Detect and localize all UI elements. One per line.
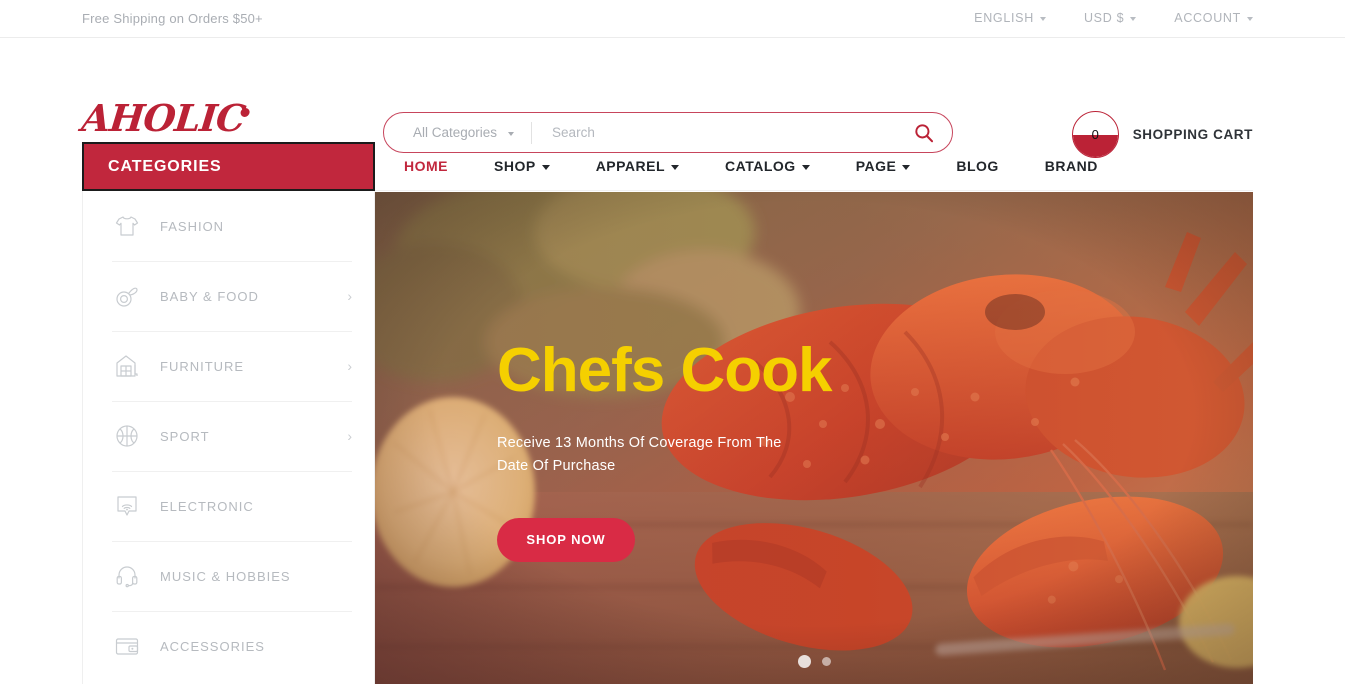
wallet-icon [112, 631, 142, 661]
sidebar-item-music-hobbies[interactable]: MUSIC & HOBBIES [83, 541, 374, 611]
chevron-down-icon [508, 131, 515, 136]
account-menu[interactable]: ACCOUNT [1174, 11, 1253, 25]
nav-item-page[interactable]: PAGE [833, 142, 934, 191]
search-category-label: All Categories [413, 125, 498, 140]
cart-label: SHOPPING CART [1132, 127, 1253, 142]
storefront-page: Free Shipping on Orders $50+ ENGLISH USD… [0, 0, 1345, 684]
logo-text: AHOLIC [79, 96, 247, 140]
currency-label: USD $ [1083, 11, 1125, 25]
chevron-down-icon [1039, 17, 1046, 21]
categories-sidebar: FASHION BABY & FOOD › FURNITURE › SPORT … [82, 191, 375, 684]
categories-header[interactable]: CATEGORIES [82, 142, 375, 191]
nav-item-home[interactable]: HOME [375, 142, 471, 191]
nav-label-shop: SHOP [494, 158, 536, 174]
sidebar-label-furniture: FURNITURE [160, 358, 245, 374]
sidebar-item-electronic[interactable]: ELECTRONIC [83, 471, 374, 541]
headset-icon [112, 561, 142, 591]
navigation-row: CATEGORIES HOME SHOP APPAREL CATALOG PAG… [0, 142, 1345, 192]
chevron-right-icon: › [347, 358, 352, 374]
sidebar-item-accessories[interactable]: ACCESSORIES [83, 611, 374, 681]
nav-label-home: HOME [404, 158, 448, 174]
sidebar-item-sport[interactable]: SPORT › [83, 401, 374, 471]
shop-now-button[interactable]: SHOP NOW [497, 517, 635, 562]
chevron-down-icon [801, 165, 810, 170]
nav-label-catalog: CATALOG [725, 158, 796, 174]
categories-title: CATEGORIES [108, 157, 222, 175]
sidebar-label-sport: SPORT [160, 428, 210, 444]
language-label: ENGLISH [974, 11, 1034, 25]
sidebar-item-baby-food[interactable]: BABY & FOOD › [83, 261, 374, 331]
nav-item-blog[interactable]: BLOG [933, 142, 1021, 191]
sidebar-label-electronic: ELECTRONIC [160, 498, 254, 514]
chevron-down-icon [671, 165, 680, 170]
sidebar-label-music-hobbies: MUSIC & HOBBIES [160, 568, 291, 584]
hero-content: Chefs Cook Receive 13 Months Of Coverage… [497, 336, 832, 562]
site-logo[interactable]: AHOLIC [80, 96, 251, 140]
nav-item-shop[interactable]: SHOP [471, 142, 573, 191]
nav-label-page: PAGE [855, 158, 897, 174]
chevron-down-icon [541, 165, 550, 170]
top-bar-links: ENGLISH USD $ ACCOUNT [974, 11, 1253, 25]
chevron-right-icon: › [347, 428, 352, 444]
hero-title: Chefs Cook [497, 336, 832, 405]
chevron-down-icon [902, 165, 911, 170]
chevron-right-icon: › [347, 288, 352, 304]
nav-item-apparel[interactable]: APPAREL [573, 142, 702, 191]
sidebar-item-fashion[interactable]: FASHION [83, 191, 374, 261]
top-bar: Free Shipping on Orders $50+ ENGLISH USD… [0, 0, 1345, 38]
slider-dot-2[interactable] [821, 657, 831, 666]
account-label: ACCOUNT [1174, 11, 1241, 25]
wifi-signal-icon [112, 491, 142, 521]
search-input[interactable] [532, 125, 896, 140]
nav-label-blog: BLOG [956, 158, 999, 174]
search-icon [915, 123, 934, 142]
pacifier-icon [112, 281, 142, 311]
main-navigation: HOME SHOP APPAREL CATALOG PAGE BLOG BRAN… [375, 142, 1253, 191]
hero-subtitle: Receive 13 Months Of Coverage From The D… [497, 435, 782, 475]
chevron-down-icon [1130, 17, 1137, 21]
nav-label-brand: BRAND [1044, 158, 1098, 174]
currency-selector[interactable]: USD $ [1083, 11, 1137, 25]
house-icon [112, 351, 142, 381]
site-header: AHOLIC All Categories 0 SHOPPING CART [0, 38, 1345, 158]
cart-count: 0 [1091, 126, 1099, 142]
sidebar-label-fashion: FASHION [160, 218, 225, 234]
basketball-icon [112, 421, 142, 451]
chevron-down-icon [1247, 17, 1253, 21]
sidebar-label-accessories: ACCESSORIES [160, 638, 265, 654]
nav-label-apparel: APPAREL [595, 158, 666, 174]
slider-dot-1[interactable] [797, 655, 811, 668]
hero-slider[interactable]: Chefs Cook Receive 13 Months Of Coverage… [375, 192, 1253, 684]
tshirt-icon [112, 211, 142, 241]
sidebar-item-furniture[interactable]: FURNITURE › [83, 331, 374, 401]
shipping-note: Free Shipping on Orders $50+ [82, 11, 263, 26]
sidebar-label-baby-food: BABY & FOOD [160, 288, 259, 304]
logo-dot-icon [239, 108, 250, 117]
slider-pagination [375, 655, 1253, 668]
nav-item-brand[interactable]: BRAND [1022, 142, 1121, 191]
language-selector[interactable]: ENGLISH [974, 11, 1046, 25]
nav-item-catalog[interactable]: CATALOG [702, 142, 833, 191]
